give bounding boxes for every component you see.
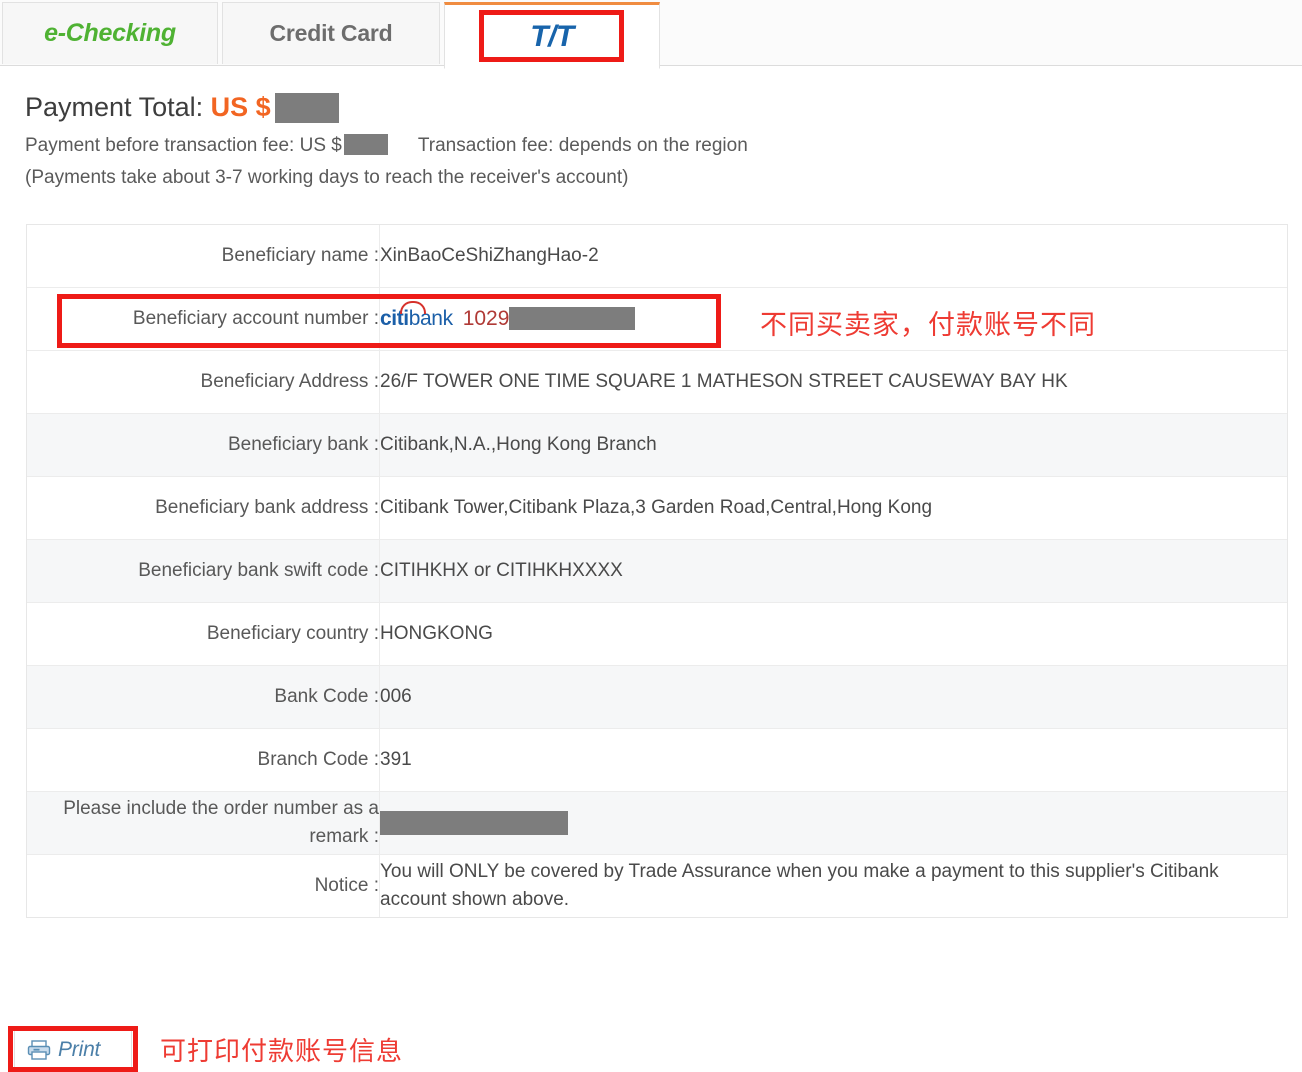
table-row: Please include the order number as a rem…	[27, 791, 1287, 855]
table-row: Branch Code : 391	[27, 728, 1287, 792]
row-value: CITIHKHX or CITIHKHXXXX	[379, 539, 1287, 603]
payment-total-masked-value	[274, 92, 339, 123]
row-value: Citibank Tower,Citibank Plaza,3 Garden R…	[379, 476, 1287, 540]
tab-credit-card[interactable]: Credit Card	[222, 2, 440, 64]
account-number-masked-remainder	[509, 307, 636, 331]
transaction-fee-value: depends on the region	[558, 135, 748, 156]
tab-tt[interactable]: T/T	[444, 2, 660, 69]
payment-before-fee-currency: US $	[299, 135, 342, 156]
row-value: 006	[379, 665, 1287, 729]
printer-icon	[27, 1040, 51, 1060]
row-label: Beneficiary name :	[27, 225, 380, 288]
row-value-remark	[379, 791, 1287, 855]
row-value: 391	[379, 728, 1287, 792]
row-label: Bank Code :	[27, 665, 380, 729]
payment-before-fee-line: Payment before transaction fee: US $ Tran…	[25, 131, 1265, 161]
row-label: Beneficiary bank :	[27, 413, 380, 477]
payment-before-fee-label: Payment before transaction fee:	[25, 135, 295, 156]
row-label: Beneficiary country :	[27, 602, 380, 666]
payment-total-currency: US $	[210, 92, 271, 122]
tab-e-checking-label: e-Checking	[44, 19, 176, 47]
transaction-fee-label: Transaction fee:	[417, 135, 554, 156]
row-label: Beneficiary bank swift code :	[27, 539, 380, 603]
row-label: Branch Code :	[27, 728, 380, 792]
row-label: Beneficiary Address :	[27, 350, 380, 414]
row-label: Notice :	[27, 854, 380, 917]
table-row: Beneficiary bank swift code : CITIHKHX o…	[27, 539, 1287, 603]
payment-before-fee-masked-value	[343, 134, 388, 156]
working-days-note: (Payments take about 3-7 working days to…	[25, 167, 629, 188]
row-label: Beneficiary bank address :	[27, 476, 380, 540]
beneficiary-details-table: Beneficiary name : XinBaoCeShiZhangHao-2…	[26, 224, 1288, 918]
row-label: Beneficiary account number :	[27, 287, 380, 351]
payment-total-line: Payment Total: US $	[25, 88, 1265, 126]
table-row: Beneficiary account number : citibank 102…	[27, 287, 1287, 351]
tab-credit-card-label: Credit Card	[269, 20, 393, 46]
table-row: Beneficiary Address : 26/F TOWER ONE TIM…	[27, 350, 1287, 414]
row-value: HONGKONG	[379, 602, 1287, 666]
table-row: Beneficiary bank address : Citibank Towe…	[27, 476, 1287, 540]
print-button-label: Print	[58, 1038, 101, 1061]
payment-total-label: Payment Total:	[25, 92, 204, 122]
table-row: Bank Code : 006	[27, 665, 1287, 729]
row-label: Please include the order number as a rem…	[27, 791, 380, 855]
row-value: 26/F TOWER ONE TIME SQUARE 1 MATHESON ST…	[379, 350, 1287, 414]
order-number-masked-value	[380, 810, 568, 835]
table-row: Notice : You will ONLY be covered by Tra…	[27, 854, 1287, 917]
payment-method-tabbar: e-Checking Credit Card T/T	[0, 0, 1302, 69]
table-row: Beneficiary bank : Citibank,N.A.,Hong Ko…	[27, 413, 1287, 477]
account-number-prefix: 1029	[462, 306, 510, 330]
tab-e-checking[interactable]: e-Checking	[2, 2, 218, 64]
print-button[interactable]: Print	[14, 1030, 132, 1070]
table-row: Beneficiary name : XinBaoCeShiZhangHao-2	[27, 225, 1287, 288]
table-row: Beneficiary country : HONGKONG	[27, 602, 1287, 666]
account-annotation-text: 不同买卖家，付款账号不同	[760, 310, 1096, 341]
row-value: XinBaoCeShiZhangHao-2	[380, 245, 599, 266]
print-annotation-text: 可打印付款账号信息	[160, 1037, 404, 1067]
row-value-notice: You will ONLY be covered by Trade Assura…	[379, 854, 1287, 917]
payment-summary-header: Payment Total: US $ Payment before trans…	[25, 88, 1265, 193]
citibank-logo-icon: citibank	[380, 300, 453, 333]
row-value: Citibank,N.A.,Hong Kong Branch	[379, 413, 1287, 477]
tab-tt-label: T/T	[530, 19, 574, 53]
